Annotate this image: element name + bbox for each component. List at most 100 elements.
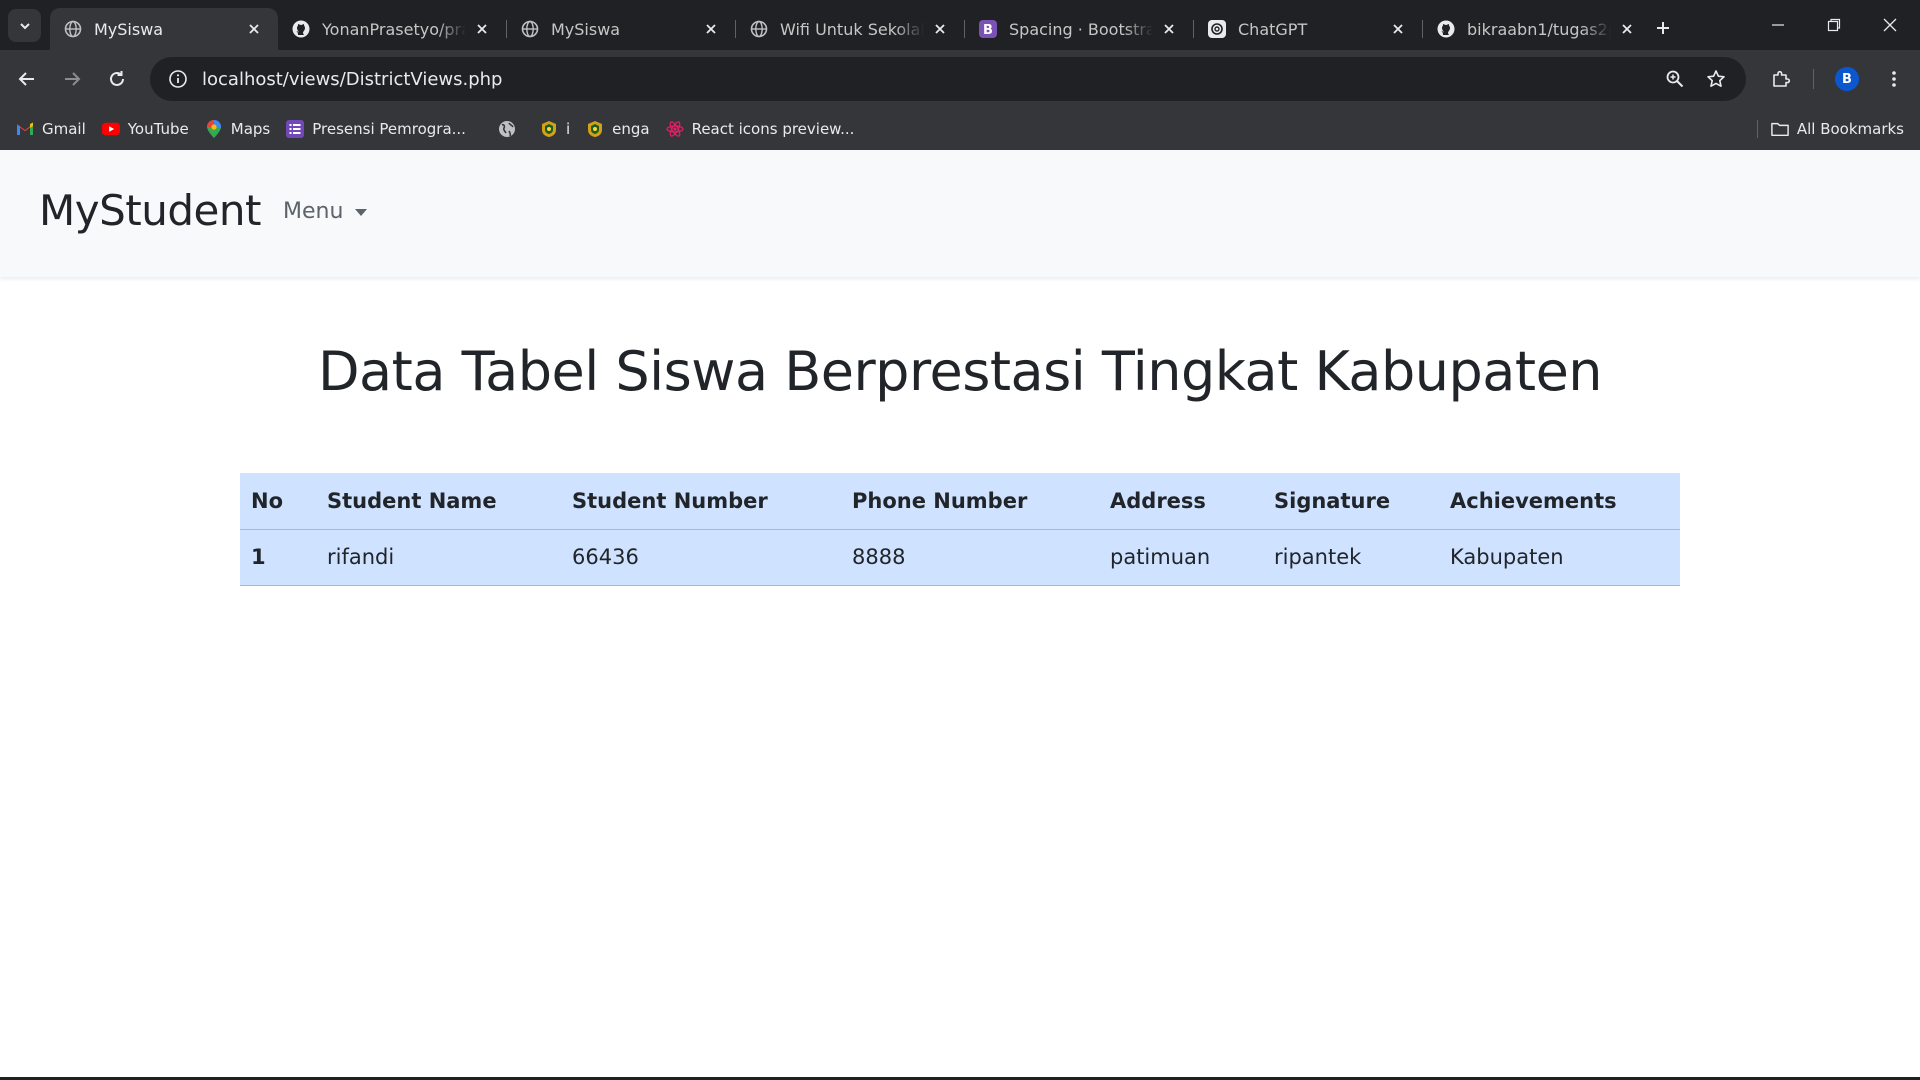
github-icon: [292, 20, 310, 38]
browser-tab-strip: MySiswa YonanPrasetyo/prakt MySiswa Wifi…: [0, 0, 1920, 50]
close-icon[interactable]: [1617, 19, 1637, 39]
bookmark-youtube[interactable]: YouTube: [94, 114, 197, 144]
reload-button[interactable]: [101, 63, 133, 95]
tab-mysiswa-active[interactable]: MySiswa: [50, 8, 278, 50]
close-icon[interactable]: [1388, 19, 1408, 39]
navbar-brand[interactable]: MyStudent: [39, 186, 261, 235]
tab-wifi-sekolah[interactable]: Wifi Untuk Sekolah C: [736, 8, 964, 50]
restore-button[interactable]: [1806, 0, 1862, 50]
close-icon[interactable]: [472, 19, 492, 39]
tab-search-button[interactable]: [8, 9, 41, 42]
close-window-button[interactable]: [1862, 0, 1918, 50]
folder-icon: [1771, 120, 1789, 138]
bookmarks-separator: [1757, 120, 1758, 138]
site-info-icon[interactable]: [156, 57, 200, 101]
close-icon[interactable]: [701, 19, 721, 39]
tab-bootstrap-spacing[interactable]: B Spacing · Bootstrap v: [965, 8, 1193, 50]
bookmark-enga[interactable]: enga: [578, 114, 657, 144]
react-icon: [665, 120, 684, 138]
all-bookmarks-button[interactable]: All Bookmarks: [1763, 114, 1912, 144]
forward-button[interactable]: [56, 63, 88, 95]
toolbar-divider: [1813, 69, 1814, 89]
tab-github-bikraabn[interactable]: bikraabn1/tugas2pw: [1423, 8, 1651, 50]
column-header-student-name: Student Name: [316, 473, 561, 530]
extensions-button[interactable]: [1765, 63, 1797, 95]
column-header-phone-number: Phone Number: [841, 473, 1099, 530]
bookmark-presensi[interactable]: Presensi Pemrogra...: [278, 114, 474, 144]
page-title: Data Tabel Siswa Berprestasi Tingkat Kab…: [317, 340, 1603, 403]
maps-icon: [205, 120, 223, 138]
bookmark-label: Gmail: [42, 120, 86, 138]
menu-label: Menu: [283, 199, 344, 224]
bookmark-label: i: [565, 120, 571, 138]
tab-title: ChatGPT: [1238, 19, 1308, 39]
bookmark-star-icon[interactable]: [1696, 57, 1736, 101]
column-header-student-number: Student Number: [561, 473, 841, 530]
cell-student-name: rifandi: [316, 529, 561, 586]
all-bookmarks-label: All Bookmarks: [1796, 120, 1904, 138]
tab-chatgpt[interactable]: ChatGPT: [1194, 8, 1422, 50]
browser-toolbar: localhost/views/DistrictViews.php B: [0, 50, 1920, 108]
back-button[interactable]: [11, 63, 43, 95]
plus-icon: [1657, 22, 1669, 34]
address-bar[interactable]: localhost/views/DistrictViews.php: [150, 57, 1746, 101]
globe-icon: [521, 20, 539, 38]
bootstrap-icon: B: [979, 20, 997, 38]
tab-list: MySiswa YonanPrasetyo/prakt MySiswa Wifi…: [50, 8, 1651, 50]
close-icon[interactable]: [1159, 19, 1179, 39]
column-header-achievements: Achievements: [1439, 473, 1680, 530]
new-tab-button[interactable]: [1650, 15, 1676, 41]
tab-title: MySiswa: [551, 19, 621, 39]
chevron-down-icon: [19, 22, 30, 29]
bookmark-globe[interactable]: [490, 114, 532, 144]
column-header-address: Address: [1099, 473, 1263, 530]
bookmark-react-icons[interactable]: React icons preview...: [658, 114, 863, 144]
url-text[interactable]: localhost/views/DistrictViews.php: [202, 69, 502, 90]
arrow-left-icon: [18, 72, 34, 86]
cell-signature: ripantek: [1263, 529, 1439, 586]
tab-title: Wifi Untuk Sekolah C: [780, 19, 924, 39]
column-header-no: No: [240, 473, 316, 530]
close-icon: [1883, 18, 1897, 32]
bookmark-gmail[interactable]: Gmail: [8, 114, 94, 144]
tab-title: MySiswa: [94, 19, 164, 39]
reload-icon: [110, 71, 124, 86]
cell-student-number: 66436: [561, 529, 841, 586]
web-page: MyStudent Menu Data Tabel Siswa Berprest…: [0, 150, 1920, 1080]
globe-icon: [750, 20, 768, 38]
bookmark-i[interactable]: i: [532, 114, 578, 144]
profile-button[interactable]: B: [1831, 63, 1863, 95]
bookmark-label: Presensi Pemrogra...: [312, 120, 466, 138]
tab-title: YonanPrasetyo/prakt: [322, 19, 466, 39]
table-header-row: No Student Name Student Number Phone Num…: [240, 473, 1680, 530]
close-icon[interactable]: [930, 19, 950, 39]
restore-icon: [1827, 18, 1841, 32]
close-icon[interactable]: [244, 19, 264, 39]
avatar: B: [1835, 67, 1859, 91]
cell-no: 1: [240, 529, 316, 586]
bookmark-maps[interactable]: Maps: [197, 114, 278, 144]
bookmark-label: React icons preview...: [691, 120, 855, 138]
school-logo-icon: [540, 120, 558, 138]
puzzle-icon: [1773, 70, 1791, 87]
column-header-signature: Signature: [1263, 473, 1439, 530]
cell-address: patimuan: [1099, 529, 1263, 586]
tab-mysiswa[interactable]: MySiswa: [507, 8, 735, 50]
globe-icon: [498, 120, 516, 138]
menu-dropdown-toggle[interactable]: Menu: [283, 199, 368, 224]
table-row: 1 rifandi 66436 8888 patimuan ripantek K…: [240, 529, 1680, 586]
bookmark-label: Maps: [230, 120, 271, 138]
caret-down-icon: [355, 209, 368, 216]
browser-menu-button[interactable]: [1878, 63, 1910, 95]
minimize-button[interactable]: [1750, 0, 1806, 50]
tab-github-yonan[interactable]: YonanPrasetyo/prakt: [278, 8, 506, 50]
globe-icon: [64, 20, 82, 38]
school-logo-icon: [586, 120, 604, 138]
more-vertical-icon: [1892, 71, 1896, 87]
zoom-icon[interactable]: [1655, 57, 1695, 101]
tab-title: bikraabn1/tugas2pw: [1467, 19, 1611, 39]
cell-achievements: Kabupaten: [1439, 529, 1680, 586]
arrow-right-icon: [65, 72, 81, 86]
tab-title: Spacing · Bootstrap v: [1009, 19, 1153, 39]
bookmark-label: enga: [612, 120, 650, 138]
